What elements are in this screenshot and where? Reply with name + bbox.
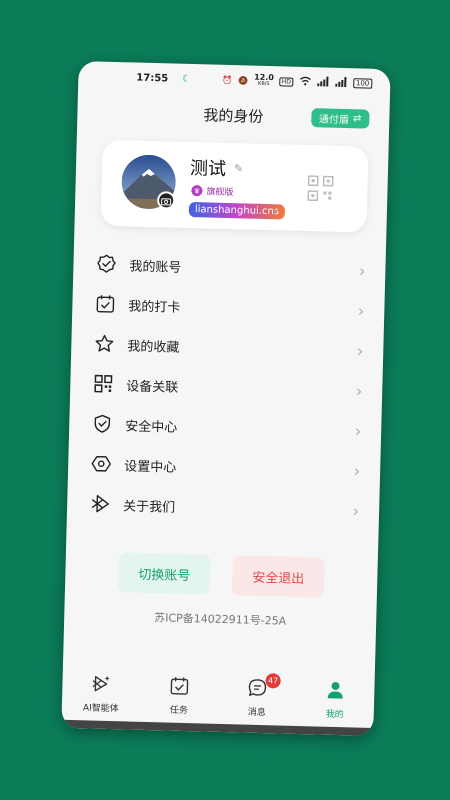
device-grid-icon [92,373,115,396]
user-icon [325,680,346,705]
profile-name-text: 测试 [189,157,227,180]
signal-icon-1 [316,76,329,88]
tab-messages[interactable]: 47 消息 [218,672,297,724]
about-cube-icon [89,492,112,515]
camera-icon[interactable] [156,191,176,210]
menu-label: 设备关联 [126,378,179,396]
mute-icon: 🔕 [237,75,249,85]
chevron-right-icon: › [357,300,365,321]
menu-label: 设置中心 [123,458,177,476]
phone-screen: 17:55 ☾ ⏰ 🔕 12.0 KB/S HD 100 我的身份 通付盾 ⇄ … [61,61,391,736]
menu-label: 我的打卡 [128,298,181,316]
profile-card[interactable]: 测试 ✎ ♛ 旗舰版 lianshanghui.cns › [100,139,369,233]
crown-icon: ♛ [191,185,203,197]
tier-badge: ♛ 旗舰版 [191,184,234,199]
swap-icon: ⇄ [352,113,362,125]
tab-bar: AI智能体 任务 47 消息 我的 [62,668,375,726]
qr-code-icon[interactable] [307,175,334,202]
tongfu-label: 通付盾 [318,114,350,127]
page-header: 我的身份 通付盾 ⇄ [77,91,390,139]
moon-icon: ☾ [182,73,192,85]
status-time: 17:55 [136,72,169,84]
account-actions: 切换账号 安全退出 [65,551,378,599]
menu-label: 我的账号 [129,258,182,276]
domain-tag[interactable]: lianshanghui.cns [188,201,286,220]
tier-label: 旗舰版 [206,187,234,199]
menu-label: 我的收藏 [127,338,180,356]
chevron-right-icon: › [355,380,363,401]
tab-label: 我的 [325,709,344,721]
signal-icon-2 [334,76,347,89]
account-badge-icon [95,253,118,276]
ai-agent-icon [91,674,112,699]
shield-check-icon [91,412,114,435]
logout-button[interactable]: 安全退出 [231,555,325,598]
profile-name: 测试 ✎ [190,154,244,181]
message-icon [247,678,268,703]
hexagon-settings-icon [90,452,113,475]
chevron-right-icon: › [352,500,360,521]
chevron-right-icon: › [358,260,366,281]
chevron-right-icon: › [356,340,364,361]
task-icon [169,676,190,701]
wifi-icon [299,76,311,88]
menu-item-about[interactable]: 关于我们 › [67,483,380,531]
alarm-icon: ⏰ [222,75,233,85]
tab-me[interactable]: 我的 [296,674,375,726]
tongfu-button[interactable]: 通付盾 ⇄ [310,108,370,129]
menu-label: 安全中心 [125,418,178,436]
message-count-badge: 47 [265,673,281,689]
tab-ai-agent[interactable]: AI智能体 [62,668,141,720]
tab-tasks[interactable]: 任务 [140,670,219,722]
status-icons: ⏰ 🔕 12.0 KB/S HD 100 [222,73,373,91]
switch-account-button[interactable]: 切换账号 [117,552,211,595]
menu-list: 我的账号 › 我的打卡 › 我的收藏 › 设备关联 › 安全中心 › 设置中心 … [67,243,386,531]
tab-label: 任务 [169,705,188,717]
star-icon [93,333,116,356]
page-title: 我的身份 [203,105,264,126]
tab-label: AI智能体 [82,703,119,715]
chevron-right-icon: › [354,420,362,441]
chevron-right-icon[interactable]: › [273,204,278,218]
net-speed: 12.0 KB/S [254,72,275,88]
chevron-right-icon: › [353,460,361,481]
icp-license[interactable]: 苏ICP备14022911号-25A [64,607,376,631]
calendar-check-icon [94,293,117,316]
battery-icon: 100 [352,78,373,89]
hd-icon: HD [279,76,294,87]
edit-icon[interactable]: ✎ [234,162,244,175]
menu-label: 关于我们 [122,498,176,516]
tab-label: 消息 [247,707,266,719]
